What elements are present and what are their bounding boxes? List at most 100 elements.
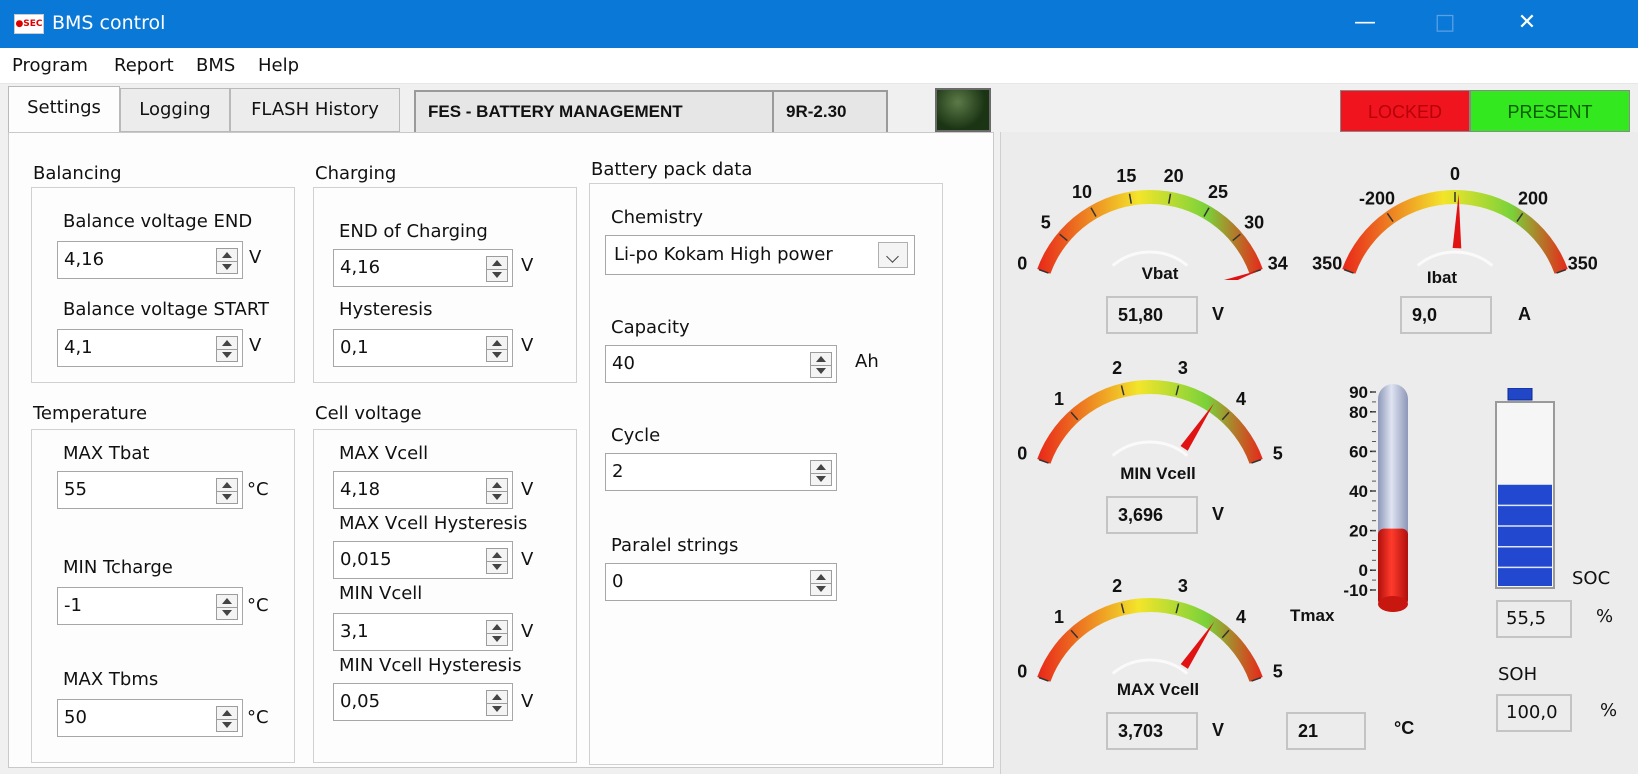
balance-end-spinner[interactable]	[216, 248, 238, 274]
max-tbat-input[interactable]: 55	[57, 471, 243, 509]
min-vcell-hysteresis-value: 0,05	[340, 691, 381, 712]
gauge-tick-label: 3	[1178, 576, 1188, 596]
balance-end-unit: V	[249, 247, 262, 268]
menu-program[interactable]: Program	[12, 55, 88, 76]
menu-report[interactable]: Report	[114, 55, 174, 76]
max-vcell-spinner[interactable]	[486, 478, 508, 504]
cycle-input[interactable]: 2	[605, 453, 837, 491]
min-vcell-spinner[interactable]	[486, 620, 508, 646]
ibat-gauge: 350 -200 0 200 350	[1312, 164, 1598, 274]
gauge-tick-label: 1	[1054, 389, 1064, 409]
hysteresis-spinner[interactable]	[486, 336, 508, 362]
gauge-tick-label: 5	[1041, 213, 1051, 233]
end-of-charging-input[interactable]: 4,16	[333, 249, 513, 287]
parallel-strings-spinner[interactable]	[810, 570, 832, 596]
parallel-strings-value: 0	[612, 571, 624, 592]
title-bar: ●SEC BMS control — □ ✕	[0, 0, 1638, 48]
gauge-tick-label: 2	[1112, 358, 1122, 378]
window-title: BMS control	[52, 12, 166, 34]
menu-bms[interactable]: BMS	[196, 55, 235, 76]
max-tbat-value: 55	[64, 479, 87, 500]
gauge-tick-label: 3	[1178, 358, 1188, 378]
min-vcell-label: MIN Vcell	[339, 583, 423, 604]
max-vcell-hysteresis-input[interactable]: 0,015	[333, 541, 513, 579]
max-vcell-input[interactable]: 4,18	[333, 471, 513, 509]
balancing-group-title: Balancing	[33, 163, 122, 184]
parallel-strings-label: Paralel strings	[611, 535, 739, 556]
maximize-button[interactable]: □	[1418, 0, 1472, 48]
min-tcharge-input[interactable]: -1	[57, 587, 243, 625]
balance-start-label: Balance voltage START	[63, 299, 270, 320]
min-tcharge-label: MIN Tcharge	[63, 557, 173, 578]
hysteresis-value: 0,1	[340, 337, 369, 358]
gauge-tick-label: 5	[1273, 661, 1283, 681]
cycle-value: 2	[612, 461, 624, 482]
soc-fill	[1498, 484, 1552, 586]
settings-panel: Balancing Balance voltage END 4,16 V Bal…	[8, 132, 994, 768]
gauge-tick-label: 350	[1312, 253, 1342, 273]
capacity-input[interactable]: 40	[605, 345, 837, 383]
temperature-group-title: Temperature	[33, 403, 148, 424]
locked-indicator: LOCKED	[1340, 90, 1470, 132]
max-tbms-input[interactable]: 50	[57, 699, 243, 737]
system-name-display: FES - BATTERY MANAGEMENT	[414, 90, 774, 134]
max-tbms-value: 50	[64, 707, 87, 728]
hysteresis-unit: V	[521, 335, 534, 356]
max-tbat-unit: °C	[247, 479, 269, 500]
min-vcell-hysteresis-spinner[interactable]	[486, 690, 508, 716]
gauge-tick-label: 0	[1017, 253, 1027, 273]
max-vcell-hysteresis-value: 0,015	[340, 549, 392, 570]
max-tbat-spinner[interactable]	[216, 478, 238, 504]
cycle-label: Cycle	[611, 425, 661, 446]
hysteresis-input[interactable]: 0,1	[333, 329, 513, 367]
tmax-thermometer: 9080 60 40 20 0-10	[1343, 384, 1408, 612]
balance-end-input[interactable]: 4,16	[57, 241, 243, 279]
balance-start-input[interactable]: 4,1	[57, 329, 243, 367]
capacity-value: 40	[612, 353, 635, 374]
gauge-scale-arc	[1037, 380, 1263, 464]
capacity-label: Capacity	[611, 317, 690, 338]
gauge-tick-label: 1	[1054, 607, 1064, 627]
capacity-unit: Ah	[855, 351, 879, 372]
balance-start-value: 4,1	[64, 337, 93, 358]
chemistry-select[interactable]: Li-po Kokam High power	[605, 235, 915, 275]
cycle-spinner[interactable]	[810, 460, 832, 486]
min-tcharge-unit: °C	[247, 595, 269, 616]
tab-logging[interactable]: Logging	[120, 88, 230, 132]
menu-help[interactable]: Help	[258, 55, 299, 76]
min-tcharge-value: -1	[64, 595, 82, 616]
gauge-tick-label: 15	[1116, 166, 1136, 186]
soc-value: 55,5	[1496, 600, 1572, 638]
gauge-inner-arc	[1111, 658, 1189, 675]
thermometer-tick-label: 20	[1349, 522, 1368, 541]
soc-label: SOC	[1572, 568, 1611, 589]
tab-settings[interactable]: Settings	[8, 86, 120, 136]
chemistry-label: Chemistry	[611, 207, 704, 228]
gauge-tick-label: 200	[1518, 189, 1548, 209]
vbat-unit: V	[1212, 304, 1225, 324]
chevron-down-icon[interactable]	[878, 242, 908, 268]
gauge-tick-label: 10	[1072, 182, 1092, 202]
max-tbms-unit: °C	[247, 707, 269, 728]
tab-flash-history[interactable]: FLASH History	[230, 88, 400, 132]
min-tcharge-spinner[interactable]	[216, 594, 238, 620]
battery-pack-group-title: Battery pack data	[591, 159, 753, 180]
max-tbms-spinner[interactable]	[216, 706, 238, 732]
gauge-tick-label: 20	[1164, 166, 1184, 186]
parallel-strings-input[interactable]: 0	[605, 563, 837, 601]
close-button[interactable]: ✕	[1500, 0, 1554, 48]
min-vcell-hysteresis-input[interactable]: 0,05	[333, 683, 513, 721]
gauge-needle	[1180, 621, 1215, 669]
balance-start-spinner[interactable]	[216, 336, 238, 362]
min-vcell-input[interactable]: 3,1	[333, 613, 513, 651]
max-vcell-gauge-unit: V	[1212, 720, 1225, 740]
thermometer-tick-label: 60	[1349, 442, 1368, 461]
end-of-charging-label: END of Charging	[339, 221, 488, 242]
capacity-spinner[interactable]	[810, 352, 832, 378]
min-vcell-hysteresis-unit: V	[521, 691, 534, 712]
gauge-tick-label: 4	[1236, 607, 1246, 627]
end-of-charging-spinner[interactable]	[486, 256, 508, 282]
app-logo-icon: ●SEC	[14, 14, 44, 34]
max-vcell-hysteresis-spinner[interactable]	[486, 548, 508, 574]
minimize-button[interactable]: —	[1338, 0, 1392, 48]
